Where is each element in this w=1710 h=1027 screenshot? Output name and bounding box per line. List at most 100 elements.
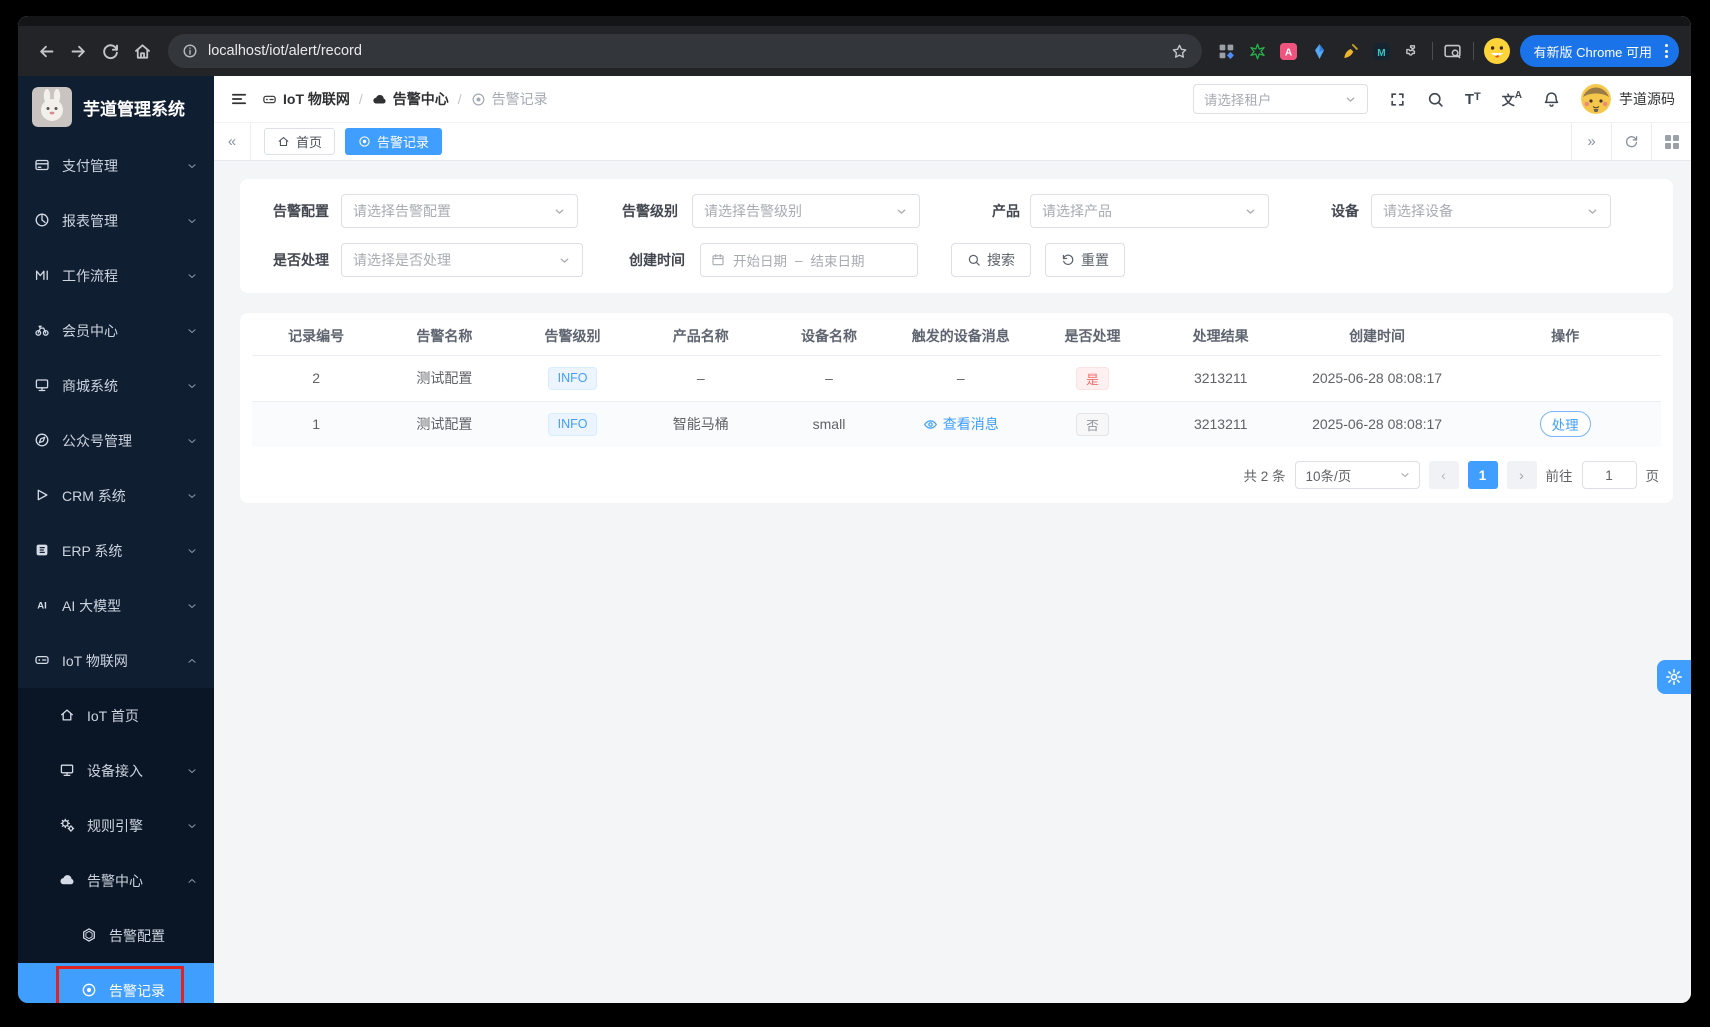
page-1-button[interactable]: 1 bbox=[1468, 461, 1498, 489]
reload-icon[interactable] bbox=[94, 35, 126, 67]
date-start-placeholder: 开始日期 bbox=[733, 250, 787, 270]
svg-text:AI: AI bbox=[37, 601, 47, 612]
reset-button[interactable]: 重置 bbox=[1045, 243, 1125, 277]
sidebar-item-ai[interactable]: AIAI 大模型 bbox=[18, 578, 214, 633]
sidebar-item-label: 告警配置 bbox=[109, 926, 198, 946]
tab-options-grid-icon[interactable] bbox=[1651, 123, 1691, 160]
app-logo-row[interactable]: 芋道管理系统 bbox=[18, 76, 214, 138]
sidebar-item-member[interactable]: 会员中心 bbox=[18, 303, 214, 358]
cell-alert-level: INFO bbox=[508, 401, 636, 447]
extension-kite-icon[interactable] bbox=[1311, 42, 1329, 60]
notification-bell-icon[interactable] bbox=[1543, 91, 1560, 108]
fullscreen-icon[interactable] bbox=[1389, 91, 1406, 108]
page-size-select[interactable]: 10条/页 bbox=[1295, 461, 1420, 489]
extensions-puzzle-icon[interactable] bbox=[1404, 42, 1422, 60]
sidebar-item-alert-record[interactable]: 告警记录 bbox=[18, 963, 214, 1003]
breadcrumb-item[interactable]: 告警中心 bbox=[372, 89, 449, 109]
bookmark-star-icon[interactable] bbox=[1171, 43, 1188, 60]
tabs-scroll-right-icon[interactable]: » bbox=[1571, 123, 1611, 160]
table-header: 记录编号告警名称告警级别产品名称设备名称触发的设备消息是否处理处理结果创建时间操… bbox=[252, 317, 1661, 355]
sidebar-item-mall[interactable]: 商城系统 bbox=[18, 358, 214, 413]
address-bar[interactable]: localhost/iot/alert/record bbox=[168, 34, 1202, 68]
page-size-value: 10条/页 bbox=[1306, 465, 1352, 485]
alert-config-select[interactable]: 请选择告警配置 bbox=[341, 194, 578, 228]
chevron-down-icon bbox=[1586, 205, 1599, 218]
sidebar-item-rule-engine[interactable]: 规则引擎 bbox=[18, 798, 214, 853]
tab-告警记录[interactable]: 告警记录 bbox=[345, 128, 442, 155]
extension-translate-icon[interactable]: A bbox=[1280, 42, 1298, 60]
filter-row-2: 是否处理 请选择是否处理 创建时间 开始日期 bbox=[260, 243, 1653, 277]
refresh-page-icon[interactable] bbox=[1611, 123, 1651, 160]
chrome-update-chip[interactable]: 有新版 Chrome 可用 bbox=[1520, 35, 1679, 67]
back-icon[interactable] bbox=[30, 35, 62, 67]
sidebar-item-workflow[interactable]: 工作流程 bbox=[18, 248, 214, 303]
search-button[interactable]: 搜索 bbox=[951, 243, 1031, 277]
sidebar-item-device-access[interactable]: 设备接入 bbox=[18, 743, 214, 798]
alert-level-select[interactable]: 请选择告警级别 bbox=[692, 194, 920, 228]
created-date-range[interactable]: 开始日期 – 结束日期 bbox=[700, 243, 918, 277]
sidebar-item-payment[interactable]: 支付管理 bbox=[18, 138, 214, 193]
home-icon[interactable] bbox=[126, 35, 158, 67]
sidebar-item-iot[interactable]: IoT 物联网 bbox=[18, 633, 214, 688]
breadcrumb-item[interactable]: IoT 物联网 bbox=[262, 89, 350, 109]
alert-center-icon bbox=[372, 92, 387, 107]
sidebar-item-alert-center[interactable]: 告警中心 bbox=[18, 853, 214, 908]
iot-icon bbox=[262, 92, 277, 107]
user-menu[interactable]: 芋道源码 bbox=[1581, 84, 1675, 114]
sidebar-item-label: 支付管理 bbox=[62, 156, 180, 176]
font-size-icon[interactable]: TT bbox=[1465, 91, 1481, 108]
next-page-button[interactable]: › bbox=[1507, 461, 1537, 489]
theme-settings-gear-icon[interactable] bbox=[1657, 660, 1691, 694]
site-info-icon[interactable] bbox=[182, 43, 198, 59]
filter-label-device: 设备 bbox=[1327, 201, 1359, 221]
chrome-update-label: 有新版 Chrome 可用 bbox=[1534, 42, 1652, 61]
tabs-scroll-left-icon[interactable]: « bbox=[214, 123, 251, 160]
official-account-icon bbox=[34, 432, 51, 449]
cell-alert-name: 测试配置 bbox=[380, 355, 508, 401]
sidebar-item-iot-home[interactable]: IoT 首页 bbox=[18, 688, 214, 743]
product-select[interactable]: 请选择产品 bbox=[1030, 194, 1269, 228]
browser-toolbar: localhost/iot/alert/record A bbox=[18, 26, 1691, 76]
prev-page-button[interactable]: ‹ bbox=[1429, 461, 1459, 489]
home-icon bbox=[59, 707, 76, 724]
sidebar-item-erp[interactable]: ERP 系统 bbox=[18, 523, 214, 578]
sidebar-item-official-account[interactable]: 公众号管理 bbox=[18, 413, 214, 468]
sidebar-item-crm[interactable]: CRM 系统 bbox=[18, 468, 214, 523]
device-select[interactable]: 请选择设备 bbox=[1371, 194, 1611, 228]
username: 芋道源码 bbox=[1619, 89, 1675, 109]
cell-result: 3213211 bbox=[1157, 401, 1285, 447]
alert-record-icon bbox=[81, 982, 98, 999]
alert-config-icon bbox=[81, 927, 98, 944]
screen-search-icon[interactable] bbox=[1437, 35, 1469, 67]
goto-page-input[interactable] bbox=[1582, 461, 1637, 489]
tab-首页[interactable]: 首页 bbox=[264, 128, 335, 155]
sidebar-item-label: CRM 系统 bbox=[62, 486, 180, 506]
sidebar-item-label: 会员中心 bbox=[62, 321, 180, 341]
home-icon bbox=[277, 135, 290, 148]
view-message-link[interactable]: 查看消息 bbox=[923, 414, 999, 434]
forward-icon[interactable] bbox=[62, 35, 94, 67]
collapse-menu-icon[interactable] bbox=[230, 90, 248, 108]
cell-action bbox=[1469, 355, 1661, 401]
cell-product-name: 智能马桶 bbox=[637, 401, 765, 447]
handled-select[interactable]: 请选择是否处理 bbox=[341, 243, 583, 277]
cell-created-time: 2025-06-28 08:08:17 bbox=[1285, 401, 1470, 447]
extensions-row: A M bbox=[1218, 42, 1422, 60]
language-icon[interactable]: 文A bbox=[1502, 90, 1522, 109]
extension-m-badge-icon[interactable]: M bbox=[1373, 42, 1391, 60]
column-header: 是否处理 bbox=[1028, 317, 1156, 355]
profile-avatar[interactable] bbox=[1484, 38, 1510, 64]
tenant-placeholder: 请选择租户 bbox=[1204, 89, 1272, 109]
sidebar-item-alert-config[interactable]: 告警配置 bbox=[18, 908, 214, 963]
sidebar-item-label: ERP 系统 bbox=[62, 541, 180, 561]
sidebar-item-report[interactable]: 报表管理 bbox=[18, 193, 214, 248]
tenant-select[interactable]: 请选择租户 bbox=[1193, 84, 1368, 114]
column-header: 操作 bbox=[1469, 317, 1661, 355]
view-message-label: 查看消息 bbox=[943, 414, 999, 434]
extension-star-icon[interactable] bbox=[1249, 42, 1267, 60]
extension-grid-icon[interactable] bbox=[1218, 42, 1236, 60]
browser-menu-icon[interactable] bbox=[1660, 44, 1673, 58]
handle-button[interactable]: 处理 bbox=[1540, 411, 1591, 437]
extension-broom-icon[interactable] bbox=[1342, 42, 1360, 60]
search-icon[interactable] bbox=[1427, 91, 1444, 108]
